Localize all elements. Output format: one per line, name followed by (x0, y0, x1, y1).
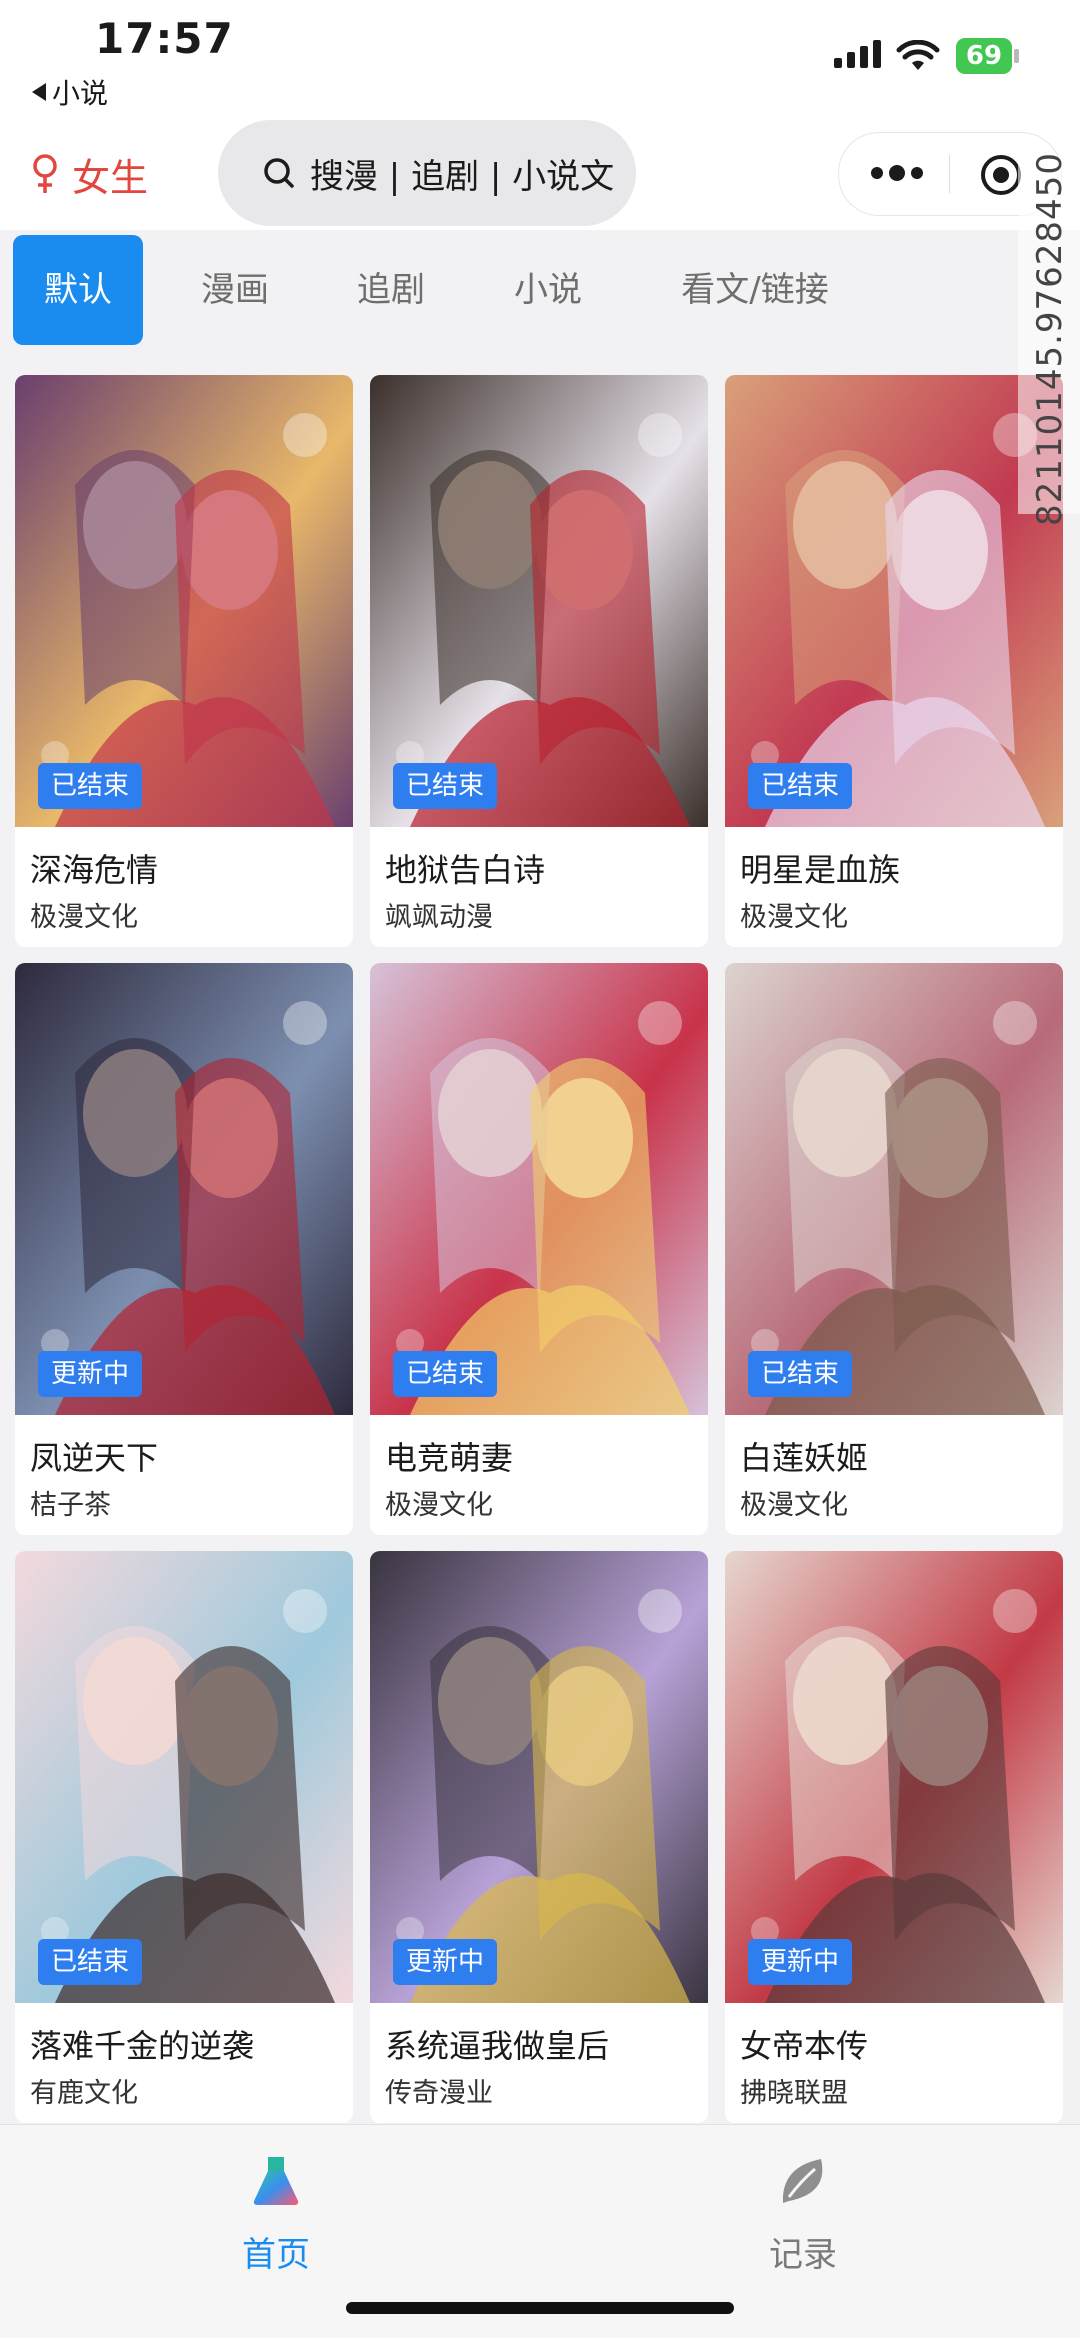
status-badge: 已结束 (748, 763, 853, 809)
status-badge: 已结束 (393, 1351, 498, 1397)
comic-card[interactable]: 已结束 落难千金的逆袭 有鹿文化 (15, 1551, 353, 2123)
comic-title: 系统逼我做皇后 (385, 2027, 610, 2065)
comic-title: 凤逆天下 (30, 1439, 159, 1477)
gender-label: 女生 (72, 155, 149, 200)
search-placeholder: 搜漫 | 追剧 | 小说文 (310, 156, 615, 197)
target-icon[interactable] (979, 153, 1023, 197)
comic-title: 明星是血族 (740, 851, 901, 889)
more-dots-icon[interactable] (869, 161, 925, 185)
cover-image (725, 375, 1063, 827)
watermark-text: 82110145.97628450 (1030, 152, 1070, 526)
cover-image (725, 1551, 1063, 2003)
cover-image (15, 1551, 353, 2003)
comic-title: 电竞萌妻 (385, 1439, 514, 1477)
comic-card[interactable]: 更新中 凤逆天下 桔子茶 (15, 963, 353, 1535)
gender-switch[interactable]: 女生 (30, 144, 148, 204)
cover-image (370, 375, 708, 827)
comic-card[interactable]: 已结束 明星是血族 极漫文化 (725, 375, 1063, 947)
nav-home[interactable]: 首页 (176, 2153, 376, 2276)
comic-card[interactable]: 已结束 电竞萌妻 极漫文化 (370, 963, 708, 1535)
comic-title: 女帝本传 (740, 2027, 869, 2065)
nav-history[interactable]: 记录 (703, 2153, 903, 2276)
status-bar: 17:57 小说 69 (0, 0, 1080, 120)
comic-title: 深海危情 (30, 851, 159, 889)
comic-author: 有鹿文化 (30, 2078, 138, 2109)
flask-icon (253, 2157, 299, 2205)
cellular-signal-icon (834, 40, 881, 68)
leaf-icon (782, 2159, 823, 2203)
status-time: 17:57 (95, 14, 234, 63)
comic-author: 桔子茶 (30, 1490, 111, 1521)
status-badge: 已结束 (748, 1351, 853, 1397)
search-icon (264, 158, 294, 188)
comic-author: 极漫文化 (385, 1490, 493, 1521)
female-icon (33, 154, 57, 193)
nav-history-label: 记录 (769, 2235, 837, 2275)
capsule-divider (949, 155, 950, 193)
category-tabs: 默认 漫画 追剧 小说 看文/链接 (0, 230, 1080, 348)
back-label: 小说 (52, 77, 109, 110)
comic-author: 极漫文化 (740, 902, 848, 933)
status-badge: 已结束 (38, 763, 143, 809)
wifi-icon (896, 40, 940, 70)
back-arrow-icon (32, 83, 46, 101)
cover-image (15, 963, 353, 1415)
battery-cap (1014, 49, 1019, 63)
comic-card[interactable]: 更新中 系统逼我做皇后 传奇漫业 (370, 1551, 708, 2123)
home-indicator (346, 2302, 734, 2314)
comic-card[interactable]: 更新中 女帝本传 拂晓联盟 (725, 1551, 1063, 2123)
battery-indicator: 69 (956, 38, 1022, 74)
status-badge: 更新中 (748, 1939, 853, 1985)
battery-level: 69 (956, 38, 1012, 74)
tab-comics[interactable]: 漫画 (180, 235, 290, 345)
comic-title: 落难千金的逆袭 (30, 2027, 255, 2065)
comic-author: 传奇漫业 (385, 2078, 493, 2109)
comic-card[interactable]: 已结束 白莲妖姬 极漫文化 (725, 963, 1063, 1535)
comic-author: 拂晓联盟 (740, 2078, 848, 2109)
watermark: 82110145.97628450 (1018, 152, 1080, 526)
comic-author: 极漫文化 (740, 1490, 848, 1521)
cover-image (15, 375, 353, 827)
comic-card[interactable]: 已结束 深海危情 极漫文化 (15, 375, 353, 947)
status-badge: 已结束 (393, 763, 498, 809)
tab-default[interactable]: 默认 (13, 235, 143, 345)
status-badge: 已结束 (38, 1939, 143, 1985)
comic-author: 飒飒动漫 (385, 902, 493, 933)
top-header: 女生 搜漫 | 追剧 | 小说文 (0, 120, 1080, 230)
back-to-app-link[interactable]: 小说 (32, 72, 108, 112)
tab-novels[interactable]: 小说 (493, 235, 603, 345)
cover-image (370, 963, 708, 1415)
status-badge: 更新中 (38, 1351, 143, 1397)
tab-drama[interactable]: 追剧 (336, 235, 446, 345)
comic-author: 极漫文化 (30, 902, 138, 933)
cover-image (370, 1551, 708, 2003)
cover-image (725, 963, 1063, 1415)
comic-title: 白莲妖姬 (740, 1439, 869, 1477)
status-badge: 更新中 (393, 1939, 498, 1985)
tab-read-link[interactable]: 看文/链接 (660, 235, 850, 345)
search-bar[interactable]: 搜漫 | 追剧 | 小说文 (218, 120, 636, 226)
comic-card[interactable]: 已结束 地狱告白诗 飒飒动漫 (370, 375, 708, 947)
comic-title: 地狱告白诗 (385, 851, 546, 889)
nav-home-label: 首页 (242, 2235, 310, 2275)
